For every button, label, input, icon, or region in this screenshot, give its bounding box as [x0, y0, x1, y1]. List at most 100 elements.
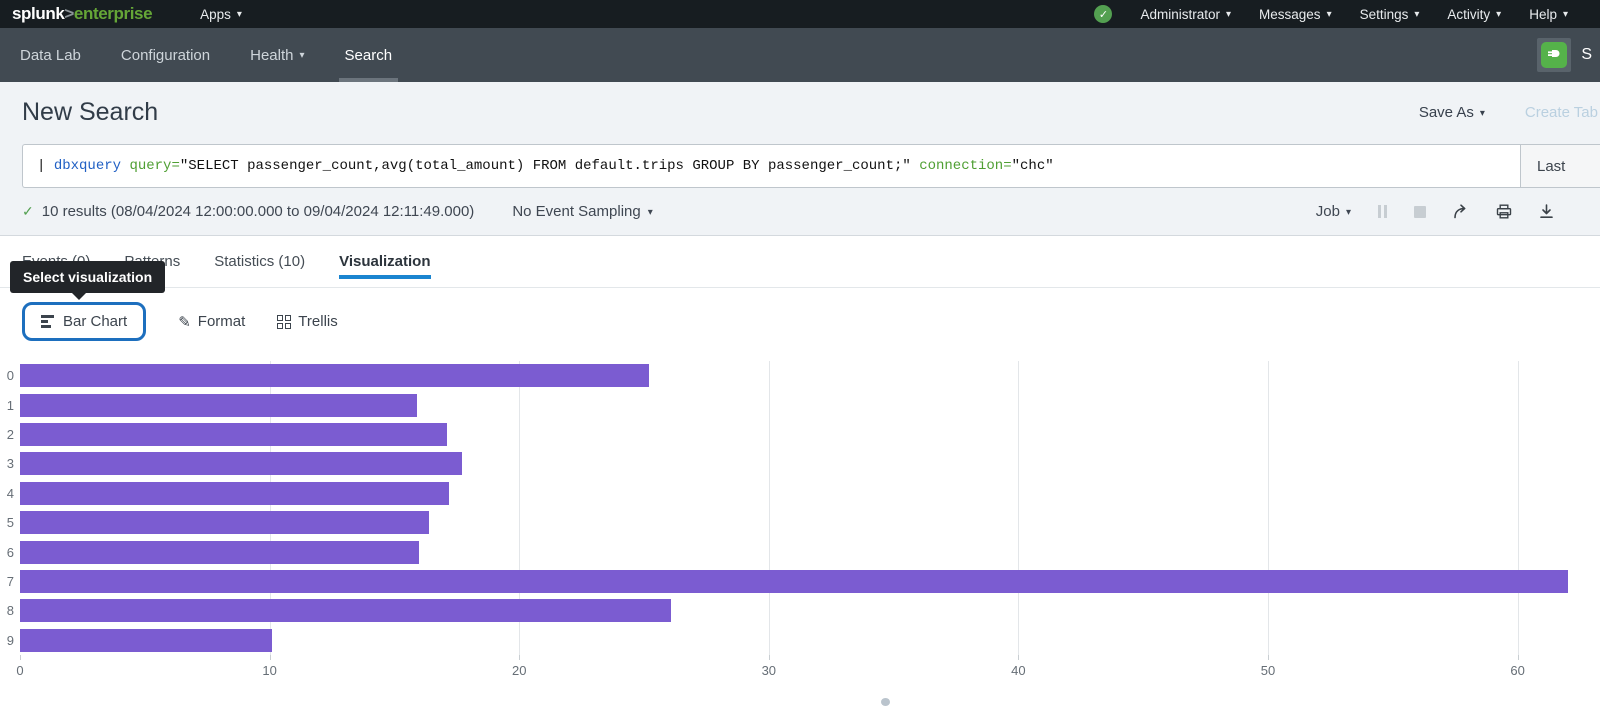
title-actions: Save As ▾ Create Tab	[1419, 104, 1598, 121]
x-tick-label: 0	[16, 663, 23, 678]
chart-type-picker-button[interactable]: Bar Chart	[22, 302, 146, 341]
bar[interactable]	[20, 629, 272, 652]
x-tick-label: 10	[262, 663, 276, 678]
event-sampling-label: No Event Sampling	[512, 203, 640, 220]
health-status-check-icon[interactable]: ✓	[1094, 5, 1112, 23]
search-header-band: New Search Save As ▾ Create Tab | dbxque…	[0, 82, 1600, 236]
bar-row: 5	[20, 508, 1600, 537]
settings-menu-label: Settings	[1360, 7, 1409, 22]
nav-item-configuration[interactable]: Configuration	[121, 28, 210, 82]
visualization-controls: Bar Chart ✎ Format Trellis	[0, 288, 1600, 343]
query-param-name: query=	[129, 158, 179, 174]
messages-menu-label: Messages	[1259, 7, 1321, 22]
nav-item-data-lab[interactable]: Data Lab	[20, 28, 81, 82]
settings-menu[interactable]: Settings ▾	[1360, 7, 1420, 22]
nav-item-label: Configuration	[121, 47, 210, 64]
chart-plot: 0123456789	[20, 361, 1600, 655]
caret-down-icon: ▾	[648, 208, 653, 218]
bar[interactable]	[20, 364, 649, 387]
bar[interactable]	[20, 423, 447, 446]
tab-label: Statistics (10)	[214, 253, 305, 270]
bar-row: 2	[20, 420, 1600, 449]
activity-menu-label: Activity	[1447, 7, 1490, 22]
create-table-view-button[interactable]: Create Tab	[1525, 104, 1598, 121]
caret-down-icon: ▾	[299, 51, 304, 61]
app-icon-box[interactable]	[1537, 38, 1571, 72]
scroll-indicator-dot[interactable]	[881, 698, 890, 706]
y-tick-label: 6	[0, 545, 14, 560]
x-tick-label: 60	[1510, 663, 1524, 678]
pause-job-icon	[1378, 205, 1387, 218]
axis-tick	[20, 655, 21, 660]
activity-menu[interactable]: Activity ▾	[1447, 7, 1501, 22]
axis-tick	[1518, 655, 1519, 660]
query-pipe: |	[37, 158, 54, 174]
check-icon: ✓	[1099, 8, 1108, 21]
bar-row: 8	[20, 596, 1600, 625]
caret-down-icon: ▾	[1414, 10, 1419, 20]
bar[interactable]	[20, 511, 429, 534]
y-tick-label: 4	[0, 486, 14, 501]
query-param-value: "chc"	[1012, 158, 1054, 174]
save-as-button[interactable]: Save As ▾	[1419, 104, 1485, 121]
help-menu[interactable]: Help ▾	[1529, 7, 1568, 22]
y-tick-label: 5	[0, 515, 14, 530]
caret-down-icon: ▾	[1346, 208, 1351, 218]
bar[interactable]	[20, 482, 449, 505]
share-job-icon[interactable]	[1453, 204, 1469, 219]
caret-down-icon: ▾	[1226, 10, 1231, 20]
tab-visualization[interactable]: Visualization	[339, 236, 430, 287]
axis-tick	[1268, 655, 1269, 660]
logo-gt-text: >	[64, 4, 74, 23]
caret-down-icon: ▾	[1327, 10, 1332, 20]
x-tick-label: 20	[512, 663, 526, 678]
x-tick-label: 40	[1011, 663, 1025, 678]
bar-row: 6	[20, 537, 1600, 566]
apps-menu[interactable]: Apps ▾	[200, 7, 242, 22]
time-range-picker[interactable]: Last	[1520, 145, 1600, 187]
bar[interactable]	[20, 570, 1568, 593]
print-icon[interactable]	[1496, 204, 1512, 219]
y-tick-label: 9	[0, 633, 14, 648]
tab-statistics[interactable]: Statistics (10)	[214, 236, 305, 287]
administrator-menu[interactable]: Administrator ▾	[1140, 7, 1231, 22]
bar-row: 1	[20, 390, 1600, 419]
search-query-input[interactable]: | dbxquery query="SELECT passenger_count…	[23, 145, 1520, 187]
bar[interactable]	[20, 599, 671, 622]
search-bar: | dbxquery query="SELECT passenger_count…	[22, 144, 1600, 188]
x-tick-label: 30	[762, 663, 776, 678]
administrator-menu-label: Administrator	[1140, 7, 1220, 22]
y-tick-label: 7	[0, 574, 14, 589]
nav-item-label: Health	[250, 47, 293, 64]
event-sampling-menu[interactable]: No Event Sampling ▾	[512, 203, 652, 220]
query-param-value: "SELECT passenger_count,avg(total_amount…	[180, 158, 911, 174]
bar-chart-icon	[41, 315, 54, 328]
job-menu[interactable]: Job ▾	[1316, 203, 1351, 220]
stop-job-icon	[1414, 206, 1426, 218]
bar[interactable]	[20, 452, 462, 475]
bar[interactable]	[20, 541, 419, 564]
y-tick-label: 2	[0, 427, 14, 442]
nav-item-search[interactable]: Search	[345, 28, 393, 82]
format-button[interactable]: ✎ Format	[178, 313, 245, 331]
y-tick-label: 8	[0, 603, 14, 618]
chart-type-label: Bar Chart	[63, 313, 127, 330]
nav-item-label: Search	[345, 47, 393, 64]
bar[interactable]	[20, 394, 417, 417]
x-tick-label: 50	[1261, 663, 1275, 678]
format-label: Format	[198, 313, 246, 330]
topbar-right-menus: ✓ Administrator ▾ Messages ▾ Settings ▾ …	[1094, 5, 1568, 23]
caret-down-icon: ▾	[237, 10, 242, 20]
trellis-button[interactable]: Trellis	[277, 313, 337, 330]
caret-down-icon: ▾	[1480, 109, 1485, 119]
axis-tick	[519, 655, 520, 660]
result-tabs: Events (0) Patterns Statistics (10) Visu…	[0, 236, 1600, 288]
messages-menu[interactable]: Messages ▾	[1259, 7, 1332, 22]
logo-product-text: enterprise	[74, 4, 152, 23]
y-tick-label: 1	[0, 398, 14, 413]
nav-item-health[interactable]: Health ▾	[250, 28, 304, 82]
export-icon[interactable]	[1539, 204, 1554, 219]
help-menu-label: Help	[1529, 7, 1557, 22]
results-bar: ✓ 10 results (08/04/2024 12:00:00.000 to…	[0, 188, 1600, 235]
chart-xaxis: 0102030405060	[20, 661, 1600, 685]
